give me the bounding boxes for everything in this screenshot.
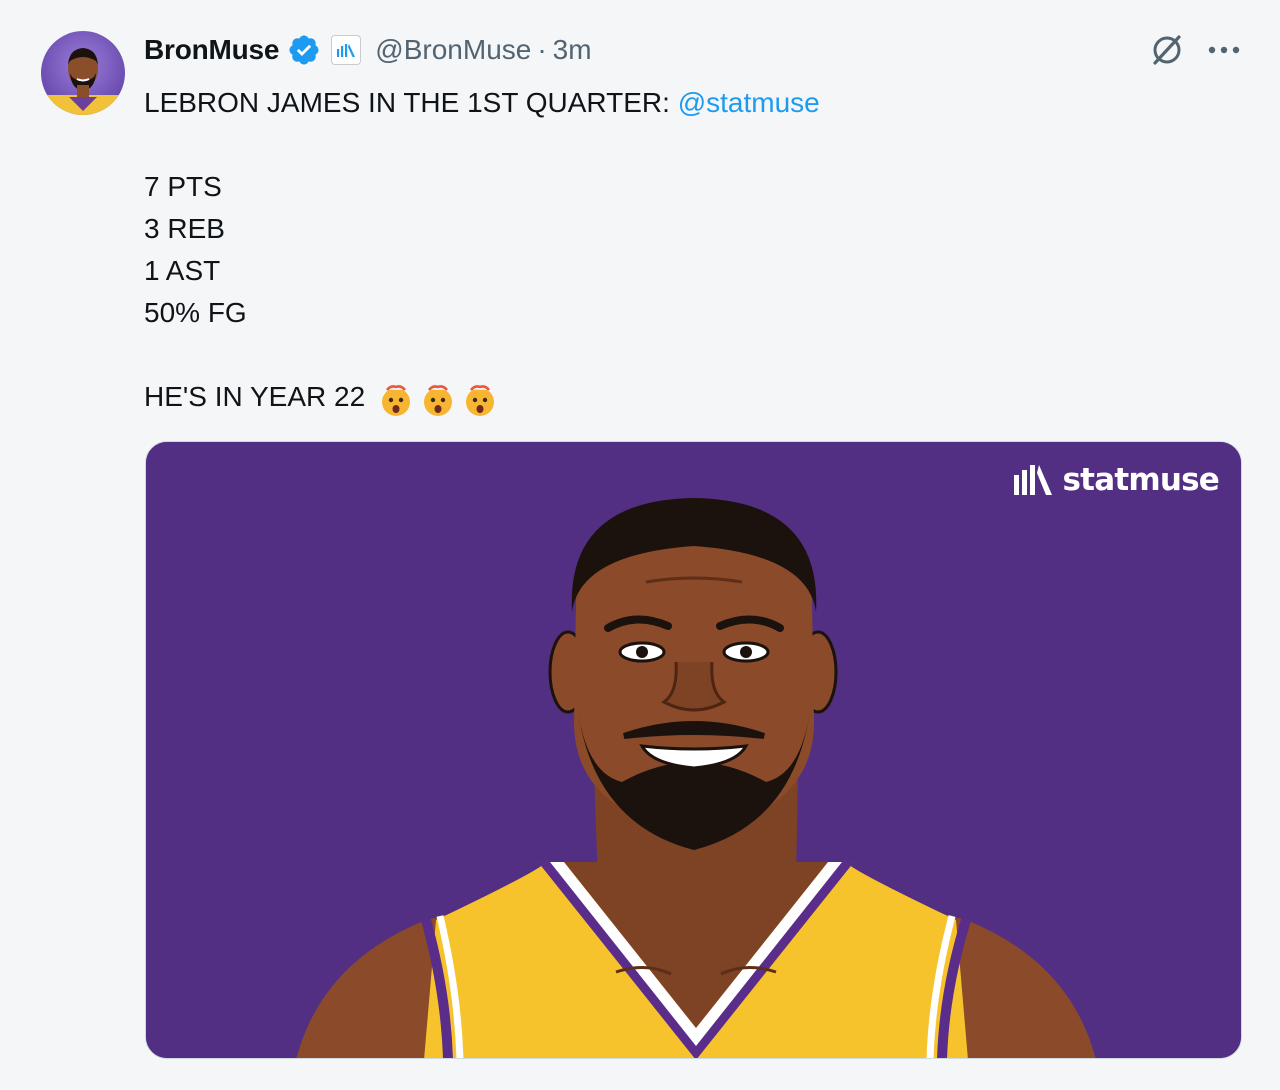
statmuse-watermark-text: statmuse	[1062, 462, 1220, 498]
tweet-media-image[interactable]: statmuse	[145, 441, 1242, 1059]
player-illustration	[146, 442, 1241, 1058]
stat-line: 50% FG	[144, 297, 247, 328]
statmuse-affiliate-icon[interactable]	[331, 35, 362, 65]
statmuse-mention-link[interactable]: @statmuse	[678, 87, 820, 118]
user-handle[interactable]: @BronMuse	[375, 34, 531, 66]
separator-dot: ·	[537, 34, 547, 65]
stat-line: 1 AST	[144, 255, 221, 286]
statmuse-logo-icon	[1013, 465, 1052, 495]
tweet-text: LEBRON JAMES IN THE 1ST QUARTER: @statmu…	[144, 82, 820, 418]
closing-line: HE'S IN YEAR 22	[144, 376, 820, 418]
tweet-header: BronMuse @BronMuse · 3m	[144, 30, 592, 70]
statmuse-watermark: statmuse	[1011, 462, 1220, 498]
stat-line: 3 REB	[144, 213, 225, 244]
avatar[interactable]	[41, 31, 125, 115]
headline-text: LEBRON JAMES IN THE 1ST QUARTER:	[144, 87, 678, 118]
grok-icon[interactable]	[1148, 31, 1186, 69]
exploding-head-emoji-icon	[423, 383, 452, 416]
timestamp[interactable]: 3m	[553, 34, 592, 66]
tweet-card[interactable]: BronMuse @BronMuse · 3m LEBRON JAMES IN …	[0, 0, 1280, 1090]
closing-text: HE'S IN YEAR 22	[144, 381, 366, 412]
verified-badge-icon[interactable]	[287, 33, 321, 67]
more-icon[interactable]	[1206, 38, 1242, 62]
exploding-head-emoji-icon	[381, 383, 410, 416]
exploding-head-emoji-icon	[465, 383, 494, 416]
display-name[interactable]: BronMuse	[144, 34, 279, 66]
headline-line: LEBRON JAMES IN THE 1ST QUARTER: @statmu…	[144, 82, 820, 124]
stat-line: 7 PTS	[144, 171, 222, 202]
